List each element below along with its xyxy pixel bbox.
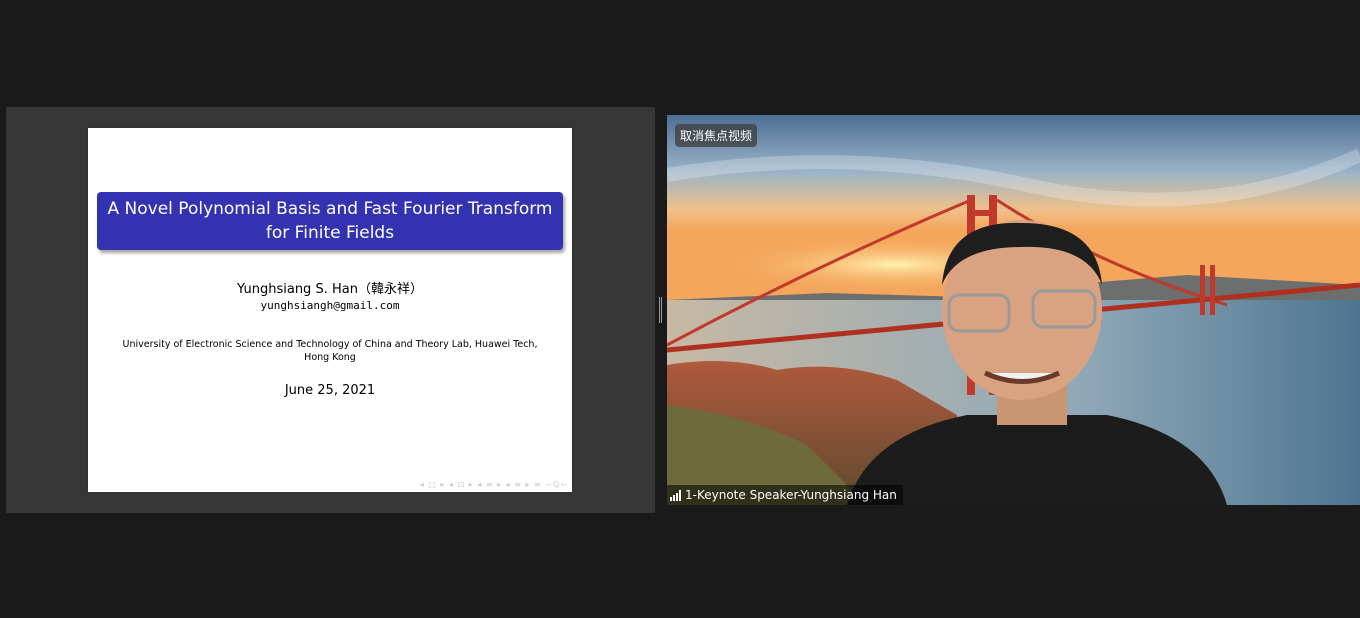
slide-affiliation-line-2: Hong Kong xyxy=(304,352,356,363)
slide-title-line-2: for Finite Fields xyxy=(265,223,395,243)
screen-share-panel: A Novel Polynomial Basis and Fast Fourie… xyxy=(6,107,655,513)
slide-affiliation-line-1: University of Electronic Science and Tec… xyxy=(122,339,538,350)
slide-author: Yunghsiang S. Han（韓永祥） xyxy=(237,282,423,297)
participant-name-bar: 1-Keynote Speaker-Yunghsiang Han xyxy=(667,485,903,505)
beamer-navigation-icons: ◂ □ ▸ ◂ ⊡ ▸ ◂ ≡ ▸ ◂ ≡ ▸ ≡ ∽Q∾ xyxy=(419,480,568,489)
slide-email: yunghsiangh@gmail.com xyxy=(260,299,400,312)
unpin-video-button[interactable]: 取消焦点视频 xyxy=(675,124,758,147)
speaker-silhouette xyxy=(847,220,1227,505)
speaker-video-panel: 取消焦点视频 1-Keynote Speaker-Yunghsiang Han xyxy=(667,115,1360,505)
slide-title-box: A Novel Polynomial Basis and Fast Fourie… xyxy=(97,192,563,250)
slide-date: June 25, 2021 xyxy=(284,383,376,398)
slide-affiliation: University of Electronic Science and Tec… xyxy=(114,338,546,364)
slide-title-line-1: A Novel Polynomial Basis and Fast Fourie… xyxy=(107,199,553,219)
signal-strength-icon xyxy=(670,489,681,501)
participant-name: 1-Keynote Speaker-Yunghsiang Han xyxy=(685,488,897,502)
presentation-slide: A Novel Polynomial Basis and Fast Fourie… xyxy=(88,128,572,492)
panel-splitter-handle[interactable] xyxy=(659,297,662,323)
